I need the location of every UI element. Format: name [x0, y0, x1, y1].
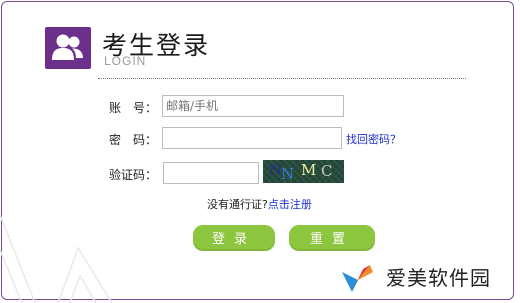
account-input[interactable] [162, 95, 344, 117]
account-label: 账 号： [108, 101, 157, 115]
users-icon [45, 27, 91, 69]
watermark-logo [342, 262, 375, 292]
register-link[interactable]: 点击注册 [268, 198, 312, 211]
captcha-char: C [321, 162, 333, 180]
forgot-password-link[interactable]: 找回密码？ [346, 131, 401, 147]
captcha-input[interactable] [163, 162, 259, 184]
reset-button[interactable]: 重置 [289, 225, 375, 251]
captcha-char: N [281, 165, 295, 183]
register-prompt: 没有通行证? [207, 198, 268, 211]
password-input[interactable] [162, 127, 342, 149]
password-label: 密 码： [108, 133, 157, 147]
login-button[interactable]: 登录 [193, 225, 275, 251]
page-subtitle: LOGIN [104, 54, 147, 68]
header-divider [98, 78, 466, 79]
captcha-label: 验证码： [108, 168, 157, 182]
captcha-image[interactable]: N N M C [263, 160, 344, 183]
captcha-char: M [301, 161, 317, 179]
register-line: 没有通行证?点击注册 [207, 196, 312, 212]
watermark-text: 爱美软件园 [386, 266, 491, 290]
